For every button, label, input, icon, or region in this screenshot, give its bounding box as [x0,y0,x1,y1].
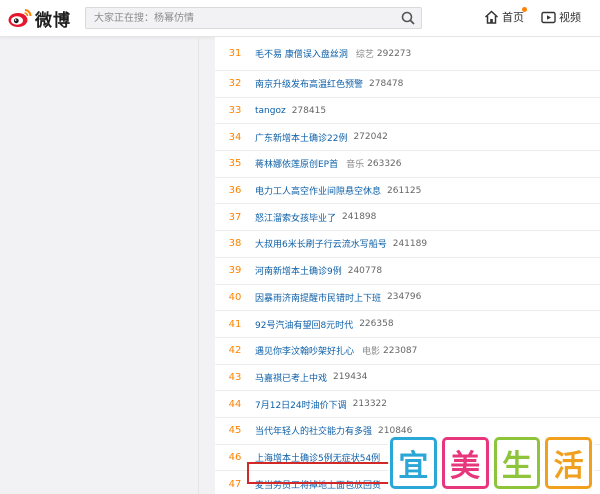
heat-count: 213322 [352,399,387,410]
weibo-eye-icon [8,9,32,27]
logo-text: 微博 [35,10,71,31]
list-item[interactable]: 31 毛不易 康僧误入盘丝洞 综艺 292273 [215,37,600,71]
rank-number: 38 [228,238,242,250]
rank-number: 39 [228,265,242,277]
heat-count: 240778 [347,265,383,276]
topic-tag: 电影 [362,347,381,358]
topic-tag: 综艺 [355,50,374,60]
list-item[interactable]: 42 遇见你李汶翰吵架好扎心 电影 223087 [215,338,600,365]
rank-number: 40 [228,291,242,303]
watermark-char: 美 [441,437,489,489]
heat-count: 272042 [353,132,388,143]
nav-home[interactable]: 首页 [484,7,527,25]
rank-number: 42 [228,345,242,357]
list-item[interactable]: 40 因暴雨济南提醒市民错时上下班 234796 [215,285,600,312]
video-label: 视频 [559,11,581,24]
weibo-logo[interactable]: 微博 [8,6,71,31]
hot-search-list: 31 毛不易 康僧误入盘丝洞 综艺 292273 32 南京升级发布高温红色预警… [215,37,600,494]
list-item[interactable]: 32 南京升级发布高温红色预警 278478 [215,71,600,98]
topic-link[interactable]: 蒋林娜依莲原创EP首 [255,157,338,170]
watermark-char: 宜 [390,437,437,489]
watermark-char: 生 [493,437,541,489]
rank-number: 33 [228,105,242,117]
nav-video[interactable]: 视频 [541,9,581,25]
heat-count: 223087 [383,345,418,356]
list-item[interactable]: 38 大叔用6米长刷子行云流水写船号 241189 [215,231,600,258]
home-label: 首页 [502,11,524,24]
rank-number: 47 [228,478,242,490]
topic-link[interactable]: 因暴雨济南提醒市民错时上下班 [255,291,381,304]
topic-link[interactable]: 92号汽油有望回8元时代 [255,318,353,331]
search-icon[interactable] [401,11,415,25]
heat-count: 261125 [387,185,422,196]
heat-count: 241898 [342,212,377,223]
rank-number: 43 [228,371,242,383]
rank-number: 45 [228,425,242,437]
list-item[interactable]: 36 电力工人高空作业间隙悬空休息 261125 [215,178,600,205]
rank-number: 36 [228,185,242,197]
heat-count: 278415 [291,105,327,116]
topic-link[interactable]: 河南新增本土确诊9例 [255,264,342,277]
rank-number: 35 [228,158,242,170]
rank-number: 44 [228,398,242,410]
notification-dot [522,7,527,12]
rank-number: 32 [228,78,242,90]
rank-number: 41 [228,318,242,330]
left-column-divider [198,37,199,494]
topic-link[interactable]: 南京升级发布高温红色预警 [255,77,363,90]
heat-count: 234796 [387,292,422,303]
list-item[interactable]: 35 蒋林娜依莲原创EP首 音乐 263326 [215,151,600,178]
topic-link[interactable]: 7月12日24时油价下调 [255,398,347,411]
watermark-char: 活 [545,437,592,489]
topic-link[interactable]: tangoz [255,106,286,116]
heat-count: 219434 [333,372,368,383]
topic-link[interactable]: 麦当劳员工将掉地上面包放回货 [255,478,381,491]
topic-link[interactable]: 广东新增本土确诊22例 [255,131,347,144]
search-input[interactable] [86,8,394,28]
rank-number: 37 [228,211,242,223]
heat-count: 226358 [359,319,394,330]
heat-count: 278478 [369,78,404,89]
rank-number: 46 [228,451,242,463]
video-icon [541,11,556,23]
list-item[interactable]: 44 7月12日24时油价下调 213322 [215,391,600,418]
topic-link[interactable]: 遇见你李汶翰吵架好扎心 [255,344,354,357]
heat-count: 241189 [392,238,428,249]
list-item[interactable]: 33 tangoz 278415 [215,98,600,125]
rank-number: 34 [228,131,242,143]
topic-link[interactable]: 上海增本土确诊5例无症状54例 [255,451,380,464]
list-item[interactable]: 37 怒江溜索女孩毕业了 241898 [215,204,600,232]
heat-count: 292273 [376,48,412,59]
list-item[interactable]: 41 92号汽油有望回8元时代 226358 [215,311,600,338]
heat-count: 263326 [367,158,402,169]
topic-tag: 音乐 [346,160,365,171]
search-box [85,7,422,29]
rank-number: 31 [228,48,242,59]
topic-link[interactable]: 怒江溜索女孩毕业了 [255,211,336,224]
topic-link[interactable]: 当代年轻人的社交能力有多强 [255,424,372,437]
list-item[interactable]: 43 马嘉祺已考上中戏 219434 [215,365,600,392]
top-bar: 微博 首页 视频 [0,0,600,37]
topic-link[interactable]: 马嘉祺已考上中戏 [255,371,327,384]
topic-link[interactable]: 毛不易 康僧误入盘丝洞 [255,47,348,60]
topic-link[interactable]: 电力工人高空作业间隙悬空休息 [255,184,381,197]
heat-count: 210846 [378,425,413,436]
list-item[interactable]: 39 河南新增本土确诊9例 240778 [215,258,600,285]
watermark-logo: 宜 美 生 活 [390,437,592,489]
topic-link[interactable]: 大叔用6米长刷子行云流水写船号 [255,237,387,250]
list-item[interactable]: 34 广东新增本土确诊22例 272042 [215,124,600,152]
home-icon [484,10,499,24]
